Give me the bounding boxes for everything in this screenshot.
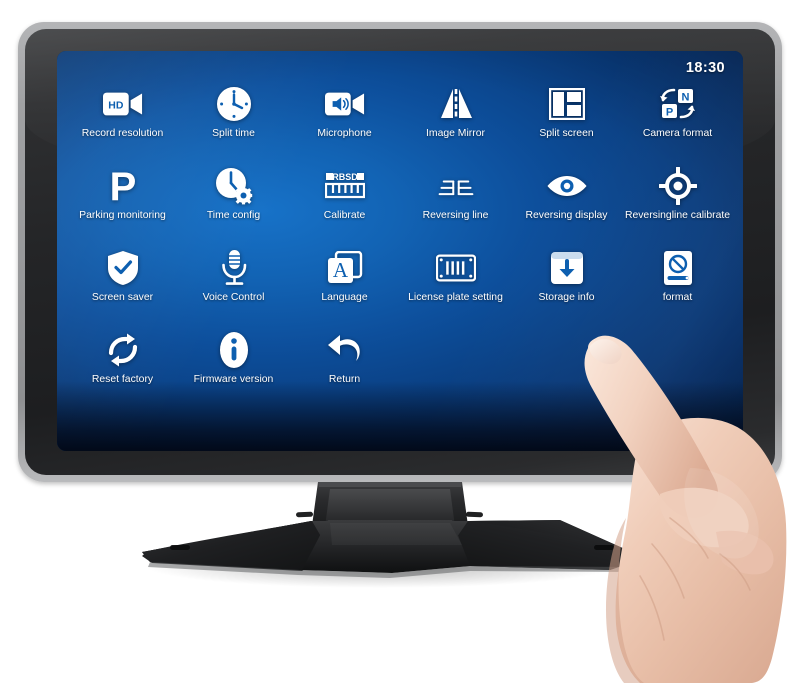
clock-gear-icon: [214, 166, 254, 206]
menu-item-label: format: [662, 292, 693, 303]
language-a-icon: A: [325, 248, 365, 288]
menu-item-label: Storage info: [538, 292, 595, 303]
menu-item-split-screen[interactable]: Split screen: [511, 84, 622, 162]
split-screen-icon: [547, 84, 587, 124]
menu-item-calibrate[interactable]: RBSD Calibrate: [289, 166, 400, 244]
menu-item-language[interactable]: A Language: [289, 248, 400, 326]
menu-item-parking-monitoring[interactable]: P Parking monitoring: [67, 166, 178, 244]
menu-item-label: Time config: [206, 210, 261, 221]
menu-item-label: Reversingline calibrate: [624, 210, 731, 221]
menu-item-label: Microphone: [317, 128, 372, 139]
menu-item-label: License plate setting: [408, 292, 503, 303]
menu-item-screen-saver[interactable]: Screen saver: [67, 248, 178, 326]
crosshair-icon: [658, 166, 698, 206]
menu-item-camera-format[interactable]: N P Camera format: [622, 84, 733, 162]
status-bar-clock: 18:30: [685, 60, 725, 76]
ntsc-pal-icon: NP: [658, 84, 698, 124]
menu-item-record-resolution[interactable]: HD Record resolution: [67, 84, 178, 162]
menu-item-label: Screen saver: [91, 292, 154, 303]
menu-item-split-time[interactable]: Split time: [178, 84, 289, 162]
mirror-icon: [436, 84, 476, 124]
menu-item-label: Record resolution: [81, 128, 164, 139]
svg-text:A: A: [332, 258, 348, 282]
menu-item-time-config[interactable]: Time config: [178, 166, 289, 244]
menu-item-label: Reversing line: [422, 210, 489, 221]
menu-item-label: Language: [321, 292, 368, 303]
menu-item-label: Image Mirror: [426, 128, 485, 139]
menu-item-format[interactable]: format: [622, 248, 733, 326]
menu-item-label: Reversing display: [525, 210, 608, 221]
storage-download-icon: [547, 248, 587, 288]
svg-text:RBSD: RBSD: [332, 172, 358, 182]
menu-item-label: Calibrate: [323, 210, 366, 221]
clock-icon: [214, 84, 254, 124]
menu-item-reversing-display[interactable]: Reversing display: [511, 166, 622, 244]
menu-item-label: Split screen: [539, 128, 594, 139]
menu-item-license-plate-setting[interactable]: License plate setting: [400, 248, 511, 326]
eye-icon: [547, 166, 587, 206]
format-disk-icon: [658, 248, 698, 288]
refresh-icon: [103, 330, 143, 370]
menu-item-label: Parking monitoring: [79, 210, 166, 221]
menu-item-reversing-line[interactable]: Reversing line: [400, 166, 511, 244]
svg-text:HD: HD: [108, 100, 124, 111]
menu-item-image-mirror[interactable]: Image Mirror: [400, 84, 511, 162]
menu-item-voice-control[interactable]: Voice Control: [178, 248, 289, 326]
svg-text:P: P: [665, 106, 672, 118]
menu-item-label: Camera format: [642, 128, 713, 139]
guide-lines-icon: [436, 166, 476, 206]
license-plate-icon: [435, 248, 476, 288]
svg-text:P: P: [109, 167, 136, 205]
pointing-hand: [584, 335, 787, 683]
menu-item-label: Voice Control: [202, 292, 265, 303]
microphone-icon: [214, 248, 254, 288]
menu-item-reversingline-calibrate[interactable]: Reversingline calibrate: [622, 166, 733, 244]
info-icon: [214, 330, 254, 370]
hd-camera-icon: HD: [102, 84, 143, 124]
rbsd-ruler-icon: RBSD: [324, 166, 365, 206]
svg-text:N: N: [681, 91, 689, 103]
shield-check-icon: [103, 248, 143, 288]
back-arrow-icon: [325, 330, 365, 370]
parking-p-icon: P: [103, 166, 143, 206]
menu-item-microphone[interactable]: Microphone: [289, 84, 400, 162]
menu-item-storage-info[interactable]: Storage info: [511, 248, 622, 326]
speaker-camera-icon: [324, 84, 365, 124]
menu-item-label: Split time: [212, 128, 255, 139]
